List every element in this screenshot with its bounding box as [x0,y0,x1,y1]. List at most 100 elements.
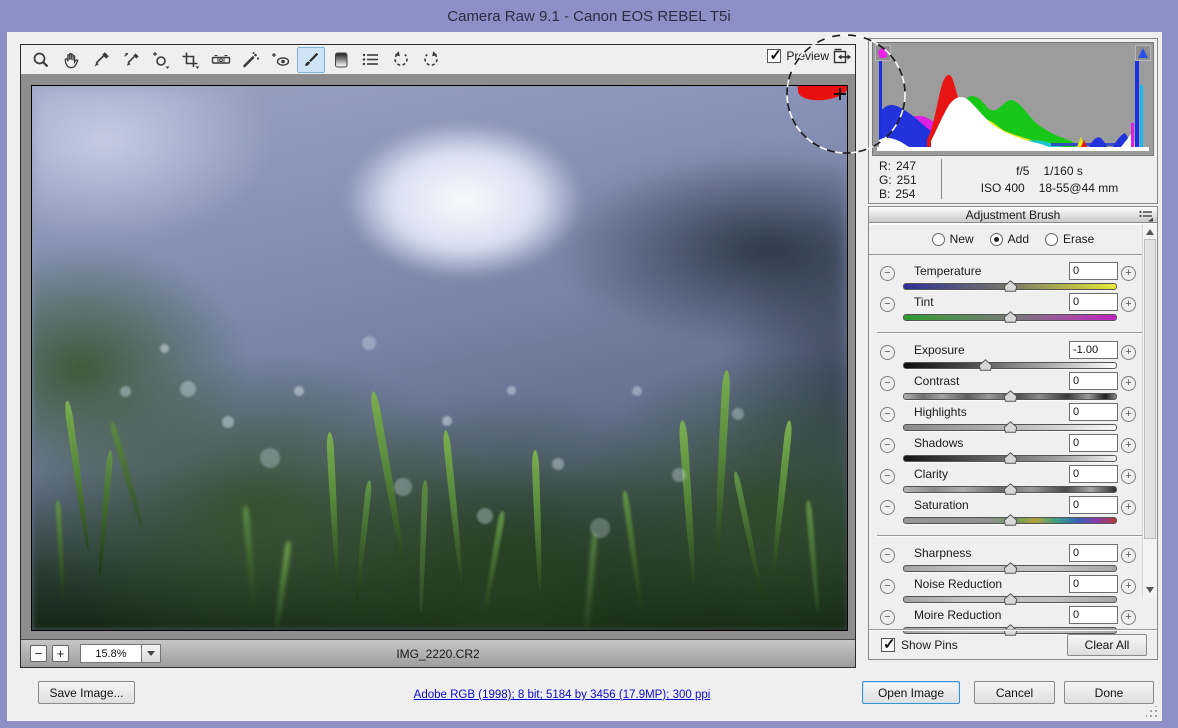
noise-decrease-button[interactable]: − [880,579,895,594]
clear-all-button[interactable]: Clear All [1067,634,1147,656]
noise-value-input[interactable] [1069,575,1118,593]
panel-header: Adjustment Brush [868,206,1158,223]
noise-slider-thumb[interactable] [1003,592,1018,604]
brush-mode-erase[interactable]: Erase [1045,232,1094,246]
shadows-slider-track[interactable] [903,455,1117,462]
contrast-value-input[interactable] [1069,372,1118,390]
color-sampler-tool-button[interactable] [117,47,145,73]
sharpness-value-input[interactable] [1069,544,1118,562]
temperature-value-input[interactable] [1069,262,1118,280]
exposure-slider-thumb[interactable] [978,358,993,370]
scrollbar-down-arrow[interactable] [1146,587,1154,593]
shadows-decrease-button[interactable]: − [880,438,895,453]
slider-label: Highlights [914,405,967,419]
zoom-tool-button[interactable] [27,47,55,73]
adjustment-brush-tool-button[interactable] [297,47,325,73]
clarity-decrease-button[interactable]: − [880,469,895,484]
graduated-filter-tool-button[interactable] [327,47,355,73]
hand-tool-button[interactable] [57,47,85,73]
resize-grip[interactable] [1146,706,1158,718]
save-image-button[interactable]: Save Image... [38,681,135,704]
scrollbar-up-arrow[interactable] [1146,229,1154,235]
sharpness-slider-thumb[interactable] [1003,561,1018,573]
saturation-slider-thumb[interactable] [1003,513,1018,525]
noise-slider-track[interactable] [903,596,1117,603]
exposure-increase-button[interactable]: + [1121,345,1136,360]
photo-bokeh-circle [222,416,234,428]
show-pins-checkbox[interactable] [881,638,895,652]
r-readout: R:247 [879,159,941,173]
contrast-slider-track[interactable] [903,393,1117,400]
temperature-slider-track[interactable] [903,283,1117,290]
brush-mode-new[interactable]: New [932,232,974,246]
shadows-value-input[interactable] [1069,434,1118,452]
noise-increase-button[interactable]: + [1121,579,1136,594]
white-balance-tool-button[interactable] [87,47,115,73]
targeted-adjustment-tool-button[interactable] [147,47,175,73]
slider-label: Saturation [914,498,969,512]
temperature-increase-button[interactable]: + [1121,266,1136,281]
highlights-increase-button[interactable]: + [1121,407,1136,422]
filter-settings-button[interactable] [357,47,385,73]
clarity-slider-track[interactable] [903,486,1117,493]
saturation-value-input[interactable] [1069,496,1118,514]
sharpness-decrease-button[interactable]: − [880,548,895,563]
workflow-options-link[interactable]: Adobe RGB (1998); 8 bit; 5184 by 3456 (1… [414,689,711,701]
tint-value-input[interactable] [1069,293,1118,311]
radio-new[interactable] [932,233,945,246]
open-image-button[interactable]: Open Image [862,681,960,704]
tint-decrease-button[interactable]: − [880,297,895,312]
moire-value-input[interactable] [1069,606,1118,624]
contrast-increase-button[interactable]: + [1121,376,1136,391]
preview-checkbox[interactable] [767,49,781,63]
temperature-slider-thumb[interactable] [1003,279,1018,291]
radio-erase[interactable] [1045,233,1058,246]
preview-toggle[interactable]: Preview [767,49,829,63]
exposure-decrease-button[interactable]: − [880,345,895,360]
exposure-slider-track[interactable] [903,362,1117,369]
highlights-slider-thumb[interactable] [1003,420,1018,432]
highlight-clipping-indicator[interactable] [1135,45,1151,61]
sharpness-increase-button[interactable]: + [1121,548,1136,563]
straighten-tool-button[interactable] [207,47,235,73]
photo-bokeh-circle [672,468,686,482]
done-button[interactable]: Done [1064,681,1154,704]
highlights-decrease-button[interactable]: − [880,407,895,422]
clarity-increase-button[interactable]: + [1121,469,1136,484]
graduated-filter-icon [331,50,351,70]
panel-scrollbar[interactable] [1142,224,1157,598]
radio-add[interactable] [990,233,1003,246]
photo-canvas[interactable] [31,85,848,631]
shadow-clipping-indicator[interactable] [875,45,891,61]
dialog-content: Preview − + 15.8% IMG_2220.CR2 [7,32,1162,721]
spot-removal-tool-button[interactable] [237,47,265,73]
tint-increase-button[interactable]: + [1121,297,1136,312]
saturation-slider-track[interactable] [903,517,1117,524]
shadows-slider-thumb[interactable] [1003,451,1018,463]
contrast-slider-thumb[interactable] [1003,389,1018,401]
fullscreen-toggle-button[interactable] [831,48,853,70]
crop-tool-button[interactable] [177,47,205,73]
sharpness-slider-track[interactable] [903,565,1117,572]
rotate-left-button[interactable] [387,47,415,73]
rotate-right-button[interactable] [417,47,445,73]
scrollbar-thumb[interactable] [1144,239,1156,539]
red-eye-tool-button[interactable] [267,47,295,73]
cancel-button[interactable]: Cancel [974,681,1055,704]
clarity-value-input[interactable] [1069,465,1118,483]
contrast-decrease-button[interactable]: − [880,376,895,391]
brush-mode-add[interactable]: Add [990,232,1029,246]
exposure-value-input[interactable] [1069,341,1118,359]
saturation-decrease-button[interactable]: − [880,500,895,515]
saturation-increase-button[interactable]: + [1121,500,1136,515]
clarity-slider-thumb[interactable] [1003,482,1018,494]
temperature-decrease-button[interactable]: − [880,266,895,281]
shadows-increase-button[interactable]: + [1121,438,1136,453]
moire-decrease-button[interactable]: − [880,610,895,625]
moire-increase-button[interactable]: + [1121,610,1136,625]
focal-length-value: 18-55@44 mm [1039,181,1119,195]
tint-slider-track[interactable] [903,314,1117,321]
highlights-slider-track[interactable] [903,424,1117,431]
highlights-value-input[interactable] [1069,403,1118,421]
tint-slider-thumb[interactable] [1003,310,1018,322]
